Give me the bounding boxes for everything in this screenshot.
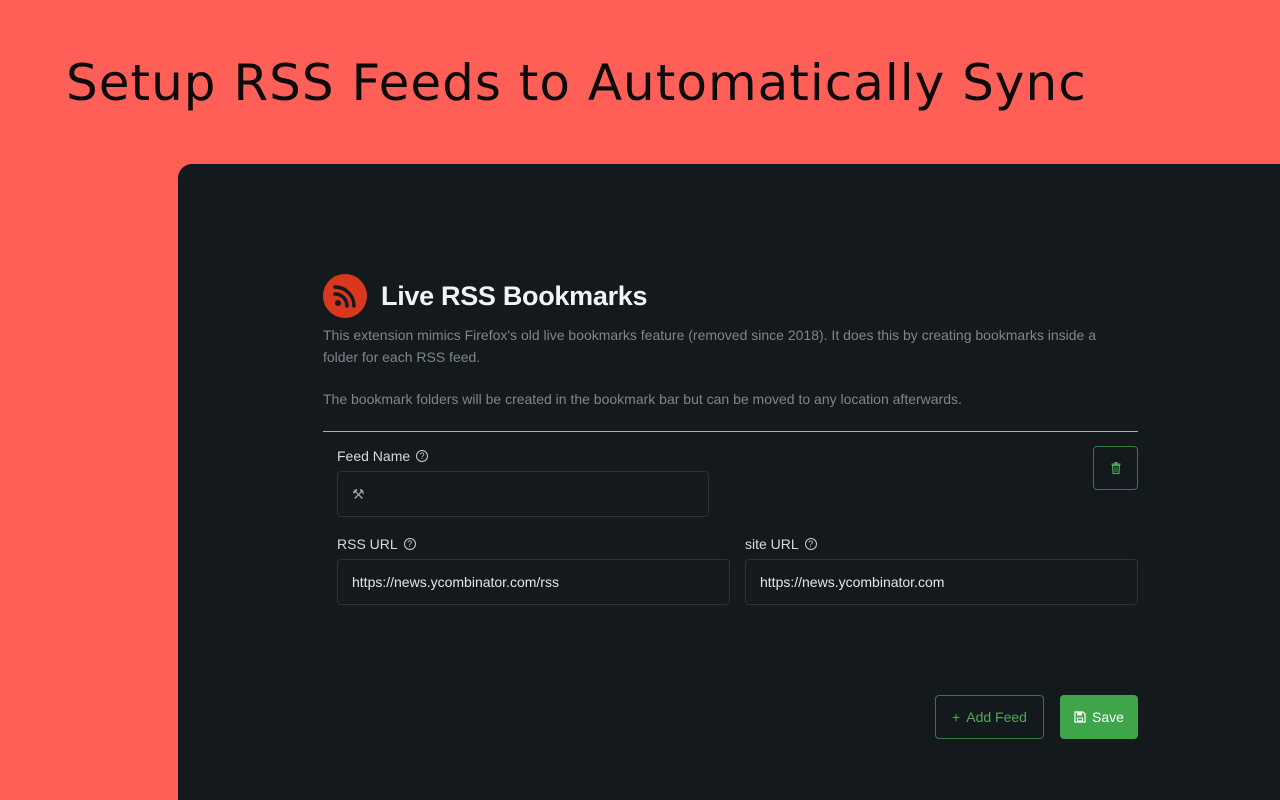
app-title: Live RSS Bookmarks	[381, 280, 648, 311]
app-header: Live RSS Bookmarks	[323, 274, 648, 318]
site-url-label: site URL ?	[745, 536, 817, 552]
rss-url-label-text: RSS URL	[337, 536, 398, 552]
feed-name-input[interactable]: ⚒	[337, 471, 709, 517]
app-description: This extension mimics Firefox's old live…	[323, 327, 1097, 365]
plus-icon: +	[952, 709, 961, 725]
feed-name-value: ⚒	[352, 485, 365, 502]
question-circle-icon[interactable]: ?	[416, 450, 429, 462]
feed-name-label: Feed Name ?	[337, 448, 429, 464]
extension-options-panel: Live RSS Bookmarks This extension mimics…	[178, 164, 1280, 800]
trash-icon	[1111, 462, 1120, 474]
site-url-input[interactable]: https://news.ycombinator.com	[745, 559, 1138, 605]
delete-feed-button[interactable]	[1093, 446, 1138, 490]
section-divider	[323, 431, 1138, 432]
feed-name-label-text: Feed Name	[337, 448, 411, 464]
rss-url-input[interactable]: https://news.ycombinator.com/rss	[337, 559, 730, 605]
question-circle-icon[interactable]: ?	[804, 538, 817, 550]
app-description-secondary: The bookmark folders will be created in …	[323, 391, 962, 407]
rss-icon	[323, 274, 367, 318]
site-url-label-text: site URL	[745, 536, 799, 552]
rss-url-value: https://news.ycombinator.com/rss	[352, 574, 559, 590]
add-feed-label: Add Feed	[966, 709, 1027, 725]
save-label: Save	[1092, 709, 1124, 725]
add-feed-button[interactable]: + Add Feed	[935, 695, 1044, 739]
question-circle-icon[interactable]: ?	[403, 538, 416, 550]
rss-url-label: RSS URL ?	[337, 536, 416, 552]
save-button[interactable]: Save	[1060, 695, 1138, 739]
site-url-value: https://news.ycombinator.com	[760, 574, 945, 590]
promo-title: Setup RSS Feeds to Automatically Sync	[66, 54, 1087, 112]
floppy-disk-icon	[1074, 711, 1086, 723]
